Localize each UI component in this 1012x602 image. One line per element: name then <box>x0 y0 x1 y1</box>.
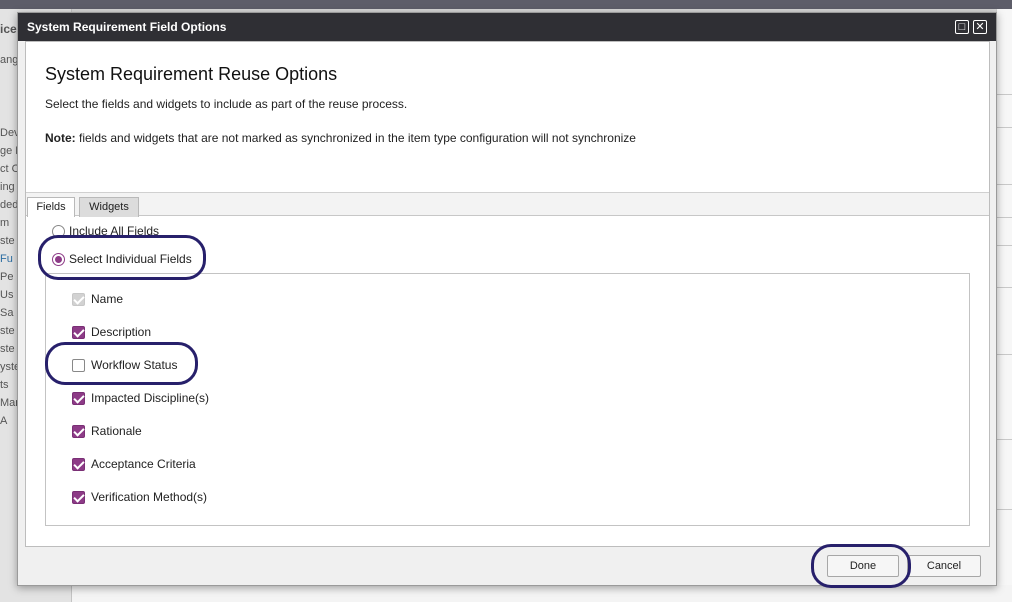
background-sidebar-item[interactable]: A <box>0 415 7 427</box>
divider <box>997 127 1012 128</box>
maximize-icon[interactable]: □ <box>955 20 969 34</box>
divider <box>997 245 1012 246</box>
dialog-title: System Requirement Field Options <box>27 20 227 34</box>
dialog-titlebar[interactable]: System Requirement Field Options □ ✕ <box>18 13 996 41</box>
background-sidebar-item[interactable]: ing <box>0 181 15 193</box>
field-label: Acceptance Criteria <box>91 457 196 471</box>
note-label: Note: <box>45 131 76 145</box>
tab-strip: Fields Widgets <box>26 192 989 217</box>
rationale-checkbox[interactable] <box>72 424 85 438</box>
divider <box>997 217 1012 218</box>
field-label: Verification Method(s) <box>91 490 208 504</box>
sync-note: Note: fields and widgets that are not ma… <box>45 131 636 145</box>
app-top-bar <box>0 0 1012 9</box>
field-item-impacted-disciplines[interactable]: Impacted Discipline(s) <box>72 391 209 405</box>
note-text: fields and widgets that are not marked a… <box>75 131 636 145</box>
divider <box>997 94 1012 95</box>
background-sidebar-item[interactable]: Us <box>0 289 13 301</box>
background-sidebar-item: ang <box>0 54 19 66</box>
field-options-dialog: System Requirement Field Options □ ✕ Sys… <box>17 12 997 586</box>
divider <box>997 509 1012 510</box>
dialog-description: Select the fields and widgets to include… <box>45 97 408 111</box>
field-item-description[interactable]: Description <box>72 325 151 339</box>
background-panel-right <box>996 9 1012 602</box>
name-checkbox <box>72 292 85 306</box>
field-label: Description <box>91 325 152 339</box>
background-sidebar-item[interactable]: Fu <box>0 253 13 265</box>
divider <box>997 354 1012 355</box>
cancel-button[interactable]: Cancel <box>907 555 981 577</box>
divider <box>997 439 1012 440</box>
field-label: Impacted Discipline(s) <box>91 391 210 405</box>
dialog-content: System Requirement Reuse Options Select … <box>25 41 990 547</box>
divider <box>997 184 1012 185</box>
highlight-workflow-status <box>45 342 198 385</box>
background-sidebar-item[interactable]: m <box>0 217 9 229</box>
background-sidebar-item[interactable]: ste <box>0 343 15 355</box>
verification-methods-checkbox[interactable] <box>72 490 85 504</box>
background-sidebar-item[interactable]: ste <box>0 235 15 247</box>
field-label: Name <box>91 292 124 306</box>
field-item-acceptance-criteria[interactable]: Acceptance Criteria <box>72 457 196 471</box>
field-item-verification-methods[interactable]: Verification Method(s) <box>72 490 207 504</box>
background-sidebar-item[interactable]: ts <box>0 379 9 391</box>
impacted-disciplines-checkbox[interactable] <box>72 391 85 405</box>
background-sidebar-item[interactable]: ded <box>0 199 18 211</box>
background-sidebar-item[interactable]: Pe <box>0 271 13 283</box>
highlight-select-individual-fields <box>38 235 206 280</box>
background-sidebar-item[interactable]: ste <box>0 325 15 337</box>
divider <box>997 287 1012 288</box>
tab-widgets[interactable]: Widgets <box>79 197 139 217</box>
field-item-rationale[interactable]: Rationale <box>72 424 142 438</box>
highlight-done-button <box>811 544 911 588</box>
background-sidebar-item[interactable]: Sa <box>0 307 13 319</box>
field-label: Rationale <box>91 424 142 438</box>
tab-fields[interactable]: Fields <box>27 197 75 217</box>
description-checkbox[interactable] <box>72 325 85 339</box>
page-title: System Requirement Reuse Options <box>45 64 338 84</box>
close-icon[interactable]: ✕ <box>973 20 987 34</box>
background-sidebar-item: ice <box>0 22 17 36</box>
acceptance-criteria-checkbox[interactable] <box>72 457 85 471</box>
field-list: Name Description Workflow Status Impacte… <box>45 273 970 526</box>
field-item-name: Name <box>72 292 123 306</box>
